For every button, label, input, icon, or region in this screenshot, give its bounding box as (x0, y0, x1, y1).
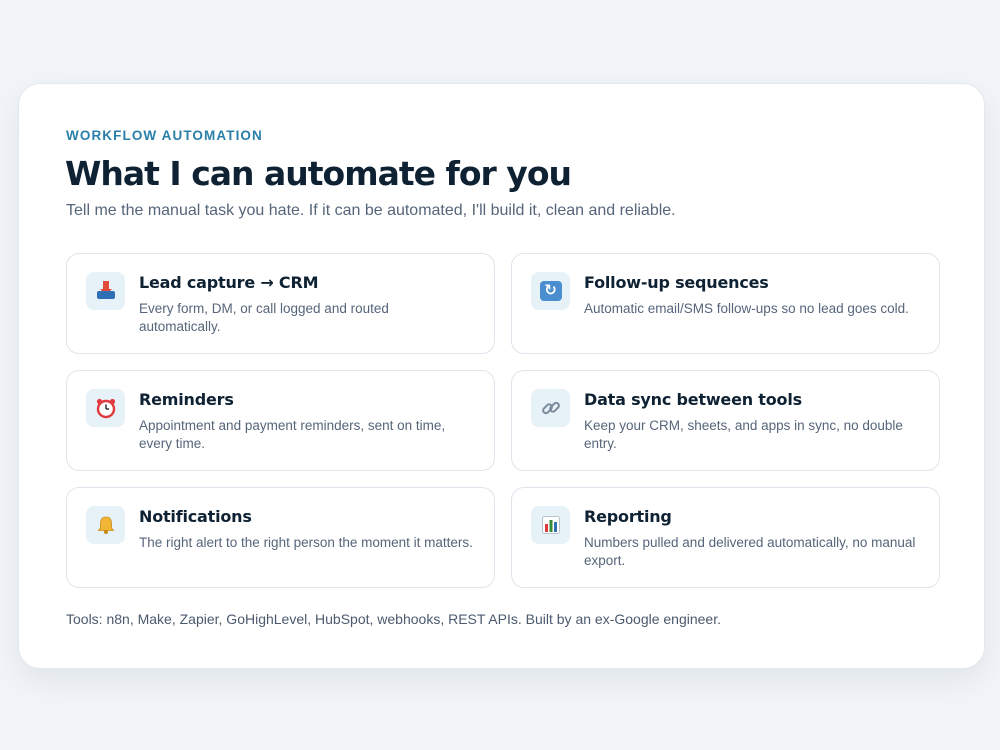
page-subtitle: Tell me the manual task you hate. If it … (66, 202, 676, 219)
repeat-icon: ↻ (531, 272, 570, 310)
feature-card-reminders: Reminders Appointment and payment remind… (66, 370, 495, 471)
feature-title: Data sync between tools (584, 390, 802, 409)
feature-title: Reporting (584, 507, 672, 526)
feature-description: Keep your CRM, sheets, and apps in sync,… (584, 418, 903, 451)
feature-title: Lead capture → CRM (139, 273, 319, 292)
automation-card: WORKFLOW AUTOMATION What I can automate … (18, 83, 985, 669)
feature-card-notifications: Notifications The right alert to the rig… (66, 487, 495, 588)
inbox-tray-icon (86, 272, 125, 310)
feature-card-reporting: Reporting Numbers pulled and delivered a… (511, 487, 940, 588)
eyebrow-label: WORKFLOW AUTOMATION (66, 128, 263, 143)
feature-card-follow-up: ↻ Follow-up sequences Automatic email/SM… (511, 253, 940, 354)
bar-chart-icon (531, 506, 570, 544)
feature-card-data-sync: Data sync between tools Keep your CRM, s… (511, 370, 940, 471)
alarm-clock-icon (86, 389, 125, 427)
feature-title: Reminders (139, 390, 234, 409)
feature-title: Notifications (139, 507, 252, 526)
feature-description: The right alert to the right person the … (139, 535, 473, 550)
feature-description: Automatic email/SMS follow-ups so no lea… (584, 301, 909, 316)
link-icon (531, 389, 570, 427)
feature-description: Every form, DM, or call logged and route… (139, 301, 389, 334)
feature-description: Numbers pulled and delivered automatical… (584, 535, 916, 568)
tools-footer: Tools: n8n, Make, Zapier, GoHighLevel, H… (66, 611, 721, 627)
feature-description: Appointment and payment reminders, sent … (139, 418, 446, 451)
feature-card-lead-capture: Lead capture → CRM Every form, DM, or ca… (66, 253, 495, 354)
feature-grid: Lead capture → CRM Every form, DM, or ca… (66, 253, 940, 588)
bell-icon (86, 506, 125, 544)
feature-title: Follow-up sequences (584, 273, 769, 292)
page-title: What I can automate for you (65, 154, 572, 193)
